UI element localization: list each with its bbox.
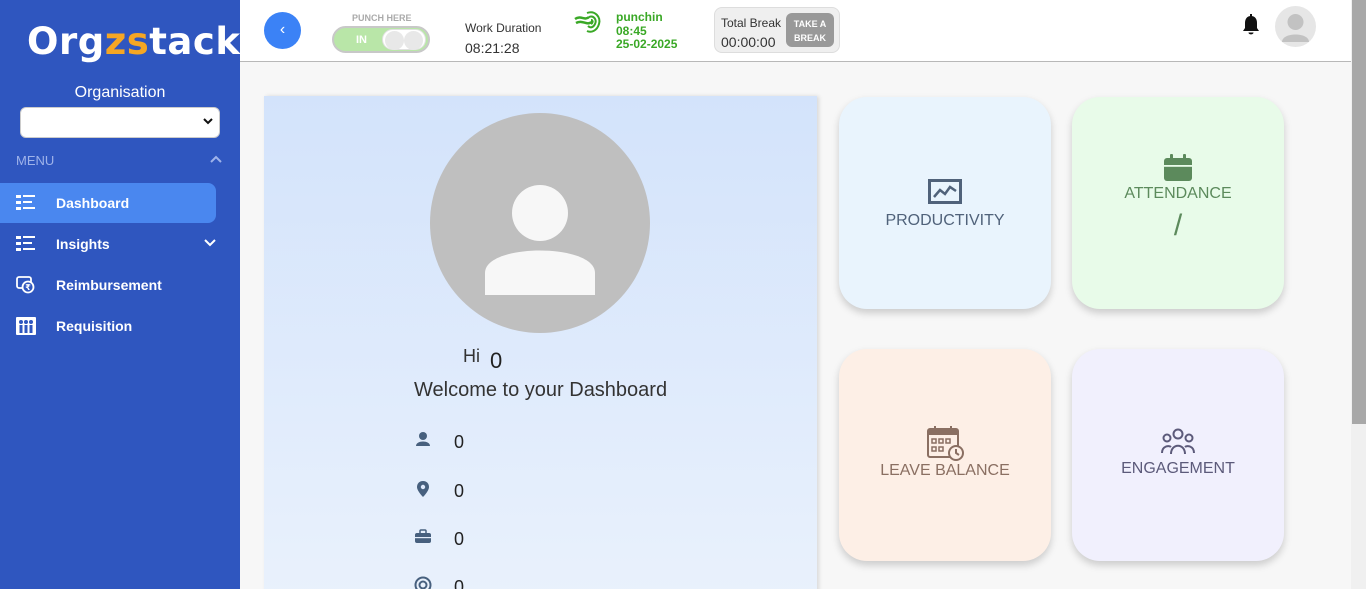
chevron-up-icon [210,155,222,163]
organisation-label: Organisation [74,84,166,101]
punch-label: PUNCH HERE [352,13,412,23]
engagement-tile[interactable]: ENGAGEMENT [1072,349,1284,561]
svg-text:₹: ₹ [25,283,31,292]
sidebar-item-dashboard[interactable]: Dashboard [0,183,216,223]
menu-label: MENU [16,153,55,168]
sidebar-item-label: Dashboard [56,195,130,211]
fingerprint-icon [574,11,601,33]
punchin-label: punchin [616,10,663,24]
chevron-down-icon[interactable] [204,237,216,247]
break-button-line1: TAKE A [793,19,827,29]
sidebar-item-insights[interactable]: Insights [0,224,216,264]
sidebar-item-reimbursement[interactable]: ₹ Reimbursement [0,265,216,305]
profile-avatar [430,113,650,333]
bell-icon[interactable] [1242,14,1260,36]
productivity-tile[interactable]: PRODUCTIVITY [839,97,1051,309]
dashboard-icon [16,195,35,210]
sidebar: Orgzstack Organisation MENU Dashboard In… [0,0,240,589]
attendance-label: ATTENDANCE [1124,185,1232,202]
group-icon [1161,428,1195,455]
profile-card: Hi 0 Welcome to your Dashboard 0 0 0 0 [264,96,817,589]
briefcase-icon [415,529,431,543]
engagement-label: ENGAGEMENT [1121,460,1235,477]
chevron-down-icon [203,118,213,125]
attendance-tile[interactable]: ATTENDANCE / [1072,97,1284,309]
total-break-value: 00:00:00 [721,34,776,50]
info-row-employee: 0 [414,431,614,455]
user-icon [485,185,595,295]
productivity-label: PRODUCTIVITY [885,212,1005,229]
menu-section-header[interactable]: MENU [16,153,222,168]
take-a-break-button[interactable]: TAKE A BREAK [786,13,834,47]
info-row-location: 0 [414,480,614,504]
info-row-designation: 0 [414,528,614,552]
punchin-date: 25-02-2025 [616,37,678,51]
target-icon [414,576,432,589]
work-duration-label: Work Duration [465,21,542,35]
organisation-select[interactable] [20,107,220,138]
sidebar-item-requisition[interactable]: Requisition [0,306,216,346]
total-break-box: Total Break 00:00:00 TAKE A BREAK [714,7,840,53]
punchin-time: 08:45 [616,24,647,38]
requisition-icon [16,317,36,335]
punch-state: IN [356,34,367,46]
top-bar: ‹ PUNCH HERE IN Work Duration 08:21:28 p… [240,0,1351,62]
sidebar-item-label: Insights [56,236,110,252]
info-value: 0 [454,529,465,549]
reimbursement-icon: ₹ [16,276,35,294]
sidebar-item-label: Reimbursement [56,277,162,293]
location-icon [417,481,429,497]
greeting: Hi [463,346,480,366]
user-icon [1282,14,1309,42]
attendance-value: / [1173,209,1183,242]
collapse-sidebar-button[interactable]: ‹ [264,12,301,49]
scrollbar-thumb[interactable] [1352,0,1366,424]
info-row-target: 0 [414,576,614,589]
work-duration-value: 08:21:28 [465,40,520,56]
user-name: 0 [490,348,503,373]
app-logo[interactable]: Orgzstack [27,20,240,63]
break-button-line2: BREAK [793,33,826,43]
productivity-chart-icon [928,179,962,204]
leave-balance-label: LEAVE BALANCE [880,462,1010,479]
info-value: 0 [454,432,465,452]
leave-calendar-icon [927,426,964,461]
toggle-knob [382,29,426,50]
page-scrollbar[interactable] [1351,0,1366,589]
leave-balance-tile[interactable]: LEAVE BALANCE [839,349,1051,561]
user-avatar[interactable] [1275,6,1316,47]
info-value: 0 [454,481,465,501]
insights-icon [16,236,35,251]
punch-toggle[interactable]: IN [332,26,430,53]
calendar-icon [1164,154,1192,181]
info-value: 0 [454,577,465,589]
welcome-text: Welcome to your Dashboard [414,379,668,401]
total-break-label: Total Break [721,16,782,30]
sidebar-item-label: Requisition [56,318,133,334]
person-icon [416,432,430,446]
